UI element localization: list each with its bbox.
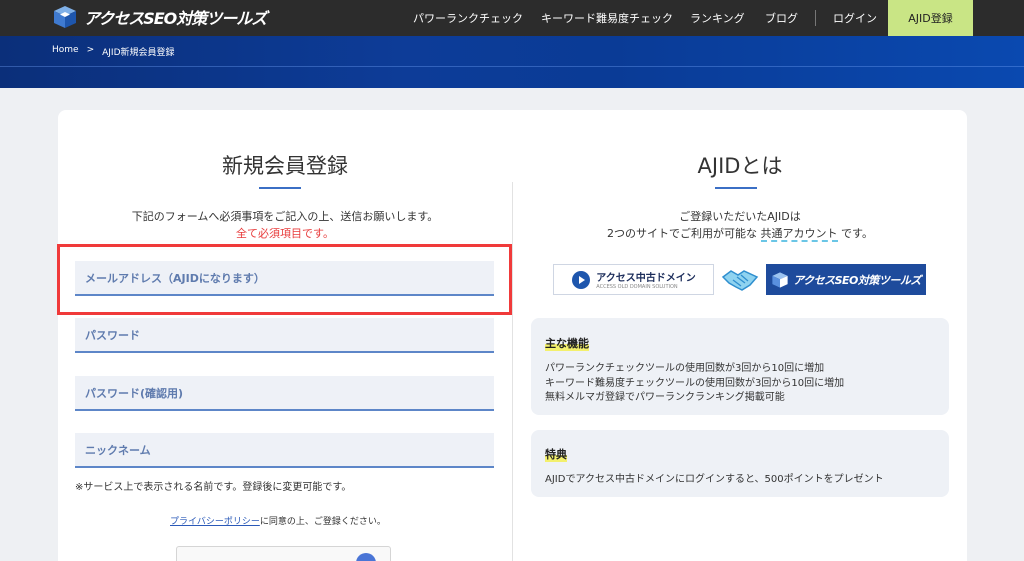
nickname-field[interactable]: ニックネーム — [75, 433, 494, 468]
password-label: パスワード — [85, 328, 140, 342]
title-underline — [259, 187, 301, 189]
breadcrumb-separator: > — [86, 45, 95, 55]
registration-title: 新規会員登録 — [222, 154, 348, 178]
badge-right-text: アクセスSEO対策ツールズ — [793, 273, 921, 287]
column-divider — [512, 182, 513, 561]
nav-divider — [815, 10, 816, 26]
badge-left-subtext: ACCESS OLD DOMAIN SOLUTION — [596, 284, 678, 290]
nav-power-rank[interactable]: パワーランクチェック — [413, 0, 523, 36]
cube-logo-icon — [772, 271, 788, 288]
handshake-icon — [721, 270, 759, 291]
perks-box: 特典 AJIDでアクセス中古ドメインにログインすると、500ポイントをプレゼント — [531, 430, 949, 497]
breadcrumb-current: AJID新規会員登録 — [102, 48, 175, 58]
hero-banner: Home > AJID新規会員登録 — [0, 36, 1024, 88]
recaptcha-widget[interactable] — [176, 546, 391, 561]
play-circle-icon — [572, 270, 591, 289]
email-highlight-box — [57, 244, 512, 315]
nav-blog[interactable]: ブログ — [765, 0, 798, 36]
breadcrumb-home[interactable]: Home — [52, 45, 79, 58]
logo-text: アクセスSEO対策ツールズ — [84, 9, 267, 28]
site-logo[interactable]: アクセスSEO対策ツールズ — [52, 4, 267, 30]
password-field[interactable]: パスワード — [75, 318, 494, 353]
about-intro: ご登録いただいたAJIDは 2つのサイトでご利用が可能な 共通アカウント です。 — [531, 208, 949, 242]
badge-left-text: アクセス中古ドメイン — [596, 273, 696, 284]
access-old-domain-badge[interactable]: アクセス中古ドメイン ACCESS OLD DOMAIN SOLUTION — [553, 264, 714, 295]
features-heading: 主な機能 — [545, 335, 589, 351]
about-title: AJIDとは — [697, 154, 783, 178]
nav-ranking[interactable]: ランキング — [690, 0, 745, 36]
about-line2-suffix: です。 — [841, 227, 873, 240]
about-title-underline — [715, 187, 757, 189]
form-intro-text: 下記のフォームへ必須事項をご記入の上、送信お願いします。 — [131, 210, 439, 223]
about-line1: ご登録いただいたAJIDは — [679, 210, 801, 223]
password-confirm-field[interactable]: パスワード(確認用) — [75, 376, 494, 411]
feature-item: キーワード難易度チェックツールの使用回数が3回から10回に増加 — [545, 378, 845, 389]
cube-logo-icon — [54, 6, 76, 28]
access-seo-tools-badge[interactable]: アクセスSEO対策ツールズ — [766, 264, 926, 295]
features-box: 主な機能 パワーランクチェックツールの使用回数が3回から10回に増加 キーワード… — [531, 318, 949, 415]
breadcrumb: Home > AJID新規会員登録 — [52, 45, 175, 58]
feature-item: 無料メルマガ登録でパワーランクランキング掲載可能 — [545, 392, 785, 403]
nickname-note: ※サービス上で表示される名前です。登録後に変更可能です。 — [75, 482, 352, 493]
privacy-policy-link[interactable]: プライバシーポリシー — [170, 517, 260, 527]
nav-keyword-difficulty[interactable]: キーワード難易度チェック — [541, 0, 673, 36]
perks-heading: 特典 — [545, 446, 567, 462]
common-account-marker: 共通アカウント — [760, 227, 838, 242]
recaptcha-icon — [356, 553, 376, 561]
required-note: 全て必須項目です。 — [236, 227, 334, 240]
register-button[interactable]: AJID登録 — [888, 0, 973, 36]
privacy-suffix: に同意の上、ご登録ください。 — [259, 517, 386, 527]
perk-item: AJIDでアクセス中古ドメインにログインすると、500ポイントをプレゼント — [545, 474, 884, 485]
password-confirm-label: パスワード(確認用) — [85, 386, 184, 400]
hero-decoration — [0, 66, 1024, 67]
feature-item: パワーランクチェックツールの使用回数が3回から10回に増加 — [545, 363, 825, 374]
nav-login[interactable]: ログイン — [833, 0, 877, 36]
about-line2-prefix: 2つのサイトでご利用が可能な — [607, 227, 758, 240]
form-intro: 下記のフォームへ必須事項をご記入の上、送信お願いします。 全て必須項目です。 — [75, 208, 495, 242]
about-line2: 2つのサイトでご利用が可能な 共通アカウント です。 — [531, 225, 949, 242]
nickname-label: ニックネーム — [85, 443, 151, 457]
top-navigation-bar: アクセスSEO対策ツールズ パワーランクチェック キーワード難易度チェック ラン… — [0, 0, 1024, 36]
privacy-consent: プライバシーポリシーに同意の上、ご登録ください。 — [170, 514, 386, 527]
